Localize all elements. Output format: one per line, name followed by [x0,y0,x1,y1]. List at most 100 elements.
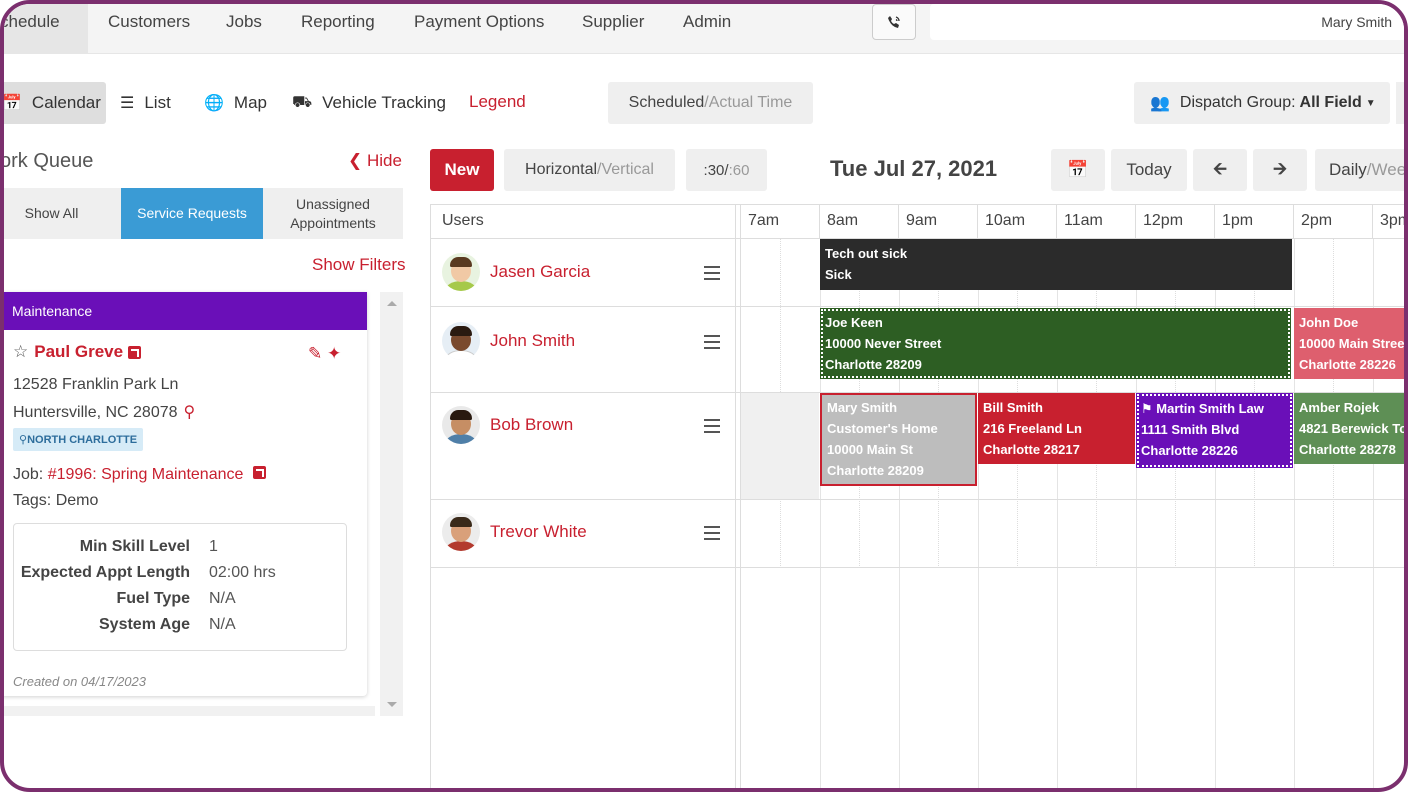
tab-admin[interactable]: Admin [683,12,731,32]
top-nav: chedule Customers Jobs Reporting Payment… [4,4,1404,54]
row-divider [430,306,1404,307]
list-view-button[interactable]: ☰ List [120,82,171,124]
tab-schedule[interactable]: chedule [4,4,88,54]
card-actions: ✎ ✦ [308,344,341,364]
job-link[interactable]: #1996: Spring Maintenance [48,466,244,483]
horizontal-vertical-toggle[interactable]: Horizontal/Vertical [504,149,675,191]
caret-down-icon: ▼ [1365,97,1376,109]
hour-header: 8am [820,204,899,239]
hamburger-menu-icon[interactable] [704,526,720,544]
row-divider [430,567,1404,568]
star-icon[interactable]: ☆ [13,342,28,362]
user-name[interactable]: Trevor White [490,522,587,542]
hamburger-menu-icon[interactable] [704,266,720,284]
users-column-header: Users [430,204,740,239]
toolbar-extra-button[interactable] [1396,82,1404,124]
appointment-tech-out-sick[interactable]: Tech out sick Sick [820,239,1292,290]
arrow-right-icon: 🡪 [1273,158,1287,178]
phone-icon [888,16,900,28]
hamburger-menu-icon[interactable] [704,419,720,437]
hour-header: 9am [899,204,978,239]
user-row-jasen-garcia[interactable]: Jasen Garcia [442,253,590,291]
current-date: Tue Jul 27, 2021 [830,156,998,181]
magic-wand-icon[interactable]: ✦ [327,344,341,363]
scheduler-grid [430,204,1404,788]
hide-work-queue-link[interactable]: ❮ Hide [348,151,402,171]
customer-link[interactable]: ☆ Paul Greve [13,342,142,362]
user-name: Mary Smith [1321,14,1392,30]
detail-row: Expected Appt Length 02:00 hrs [20,564,276,581]
tags-line: Tags: Demo [13,492,99,509]
daily-weekly-toggle[interactable]: Daily/Wee [1315,149,1404,191]
tab-service-requests[interactable]: Service Requests [121,188,263,239]
avatar [442,322,480,360]
work-queue-title: ork Queue [0,150,94,172]
globe-icon: 🌐 [204,95,224,112]
tab-supplier[interactable]: Supplier [582,12,644,32]
dispatch-group-dropdown[interactable]: 👥 Dispatch Group: All Field ▼ [1134,82,1390,124]
hamburger-menu-icon[interactable] [704,335,720,353]
card-category: Maintenance [4,292,367,330]
avatar [442,406,480,444]
tab-reporting[interactable]: Reporting [301,12,375,32]
user-bar[interactable]: Mary Smith [930,4,1404,40]
show-filters-link[interactable]: Show Filters [312,255,406,275]
flag-icon: ⚑ [1141,401,1153,416]
users-icon: 👥 [1150,95,1170,112]
appointment-amber-rojek[interactable]: Amber Rojek 4821 Berewick To Charlotte 2… [1294,393,1404,464]
truck-icon: ⛟ [292,94,313,111]
job-line: Job: #1996: Spring Maintenance [13,466,266,484]
hour-header: 3pm [1373,204,1404,239]
tab-unassigned-appointments[interactable]: Unassigned Appointments [263,188,403,239]
external-link-icon [252,466,266,479]
calendar-icon: 📅 [1067,160,1089,179]
appointment-bill-smith[interactable]: Bill Smith 216 Freeland Ln Charlotte 282… [978,393,1135,464]
map-pin-icon[interactable]: ⚲ [184,404,196,421]
card-list-bottom [4,706,375,716]
tab-customers[interactable]: Customers [108,12,190,32]
scroll-down-icon[interactable] [387,702,397,707]
today-button[interactable]: Today [1111,149,1187,191]
chevron-left-icon: ❮ [348,151,363,170]
calendar-view-button[interactable]: 📅 Calendar [2,82,106,124]
prev-day-button[interactable]: 🡨 [1193,149,1247,191]
date-picker-button[interactable]: 📅 [1051,149,1105,191]
user-row-trevor-white[interactable]: Trevor White [442,513,587,551]
row-divider [430,499,1404,500]
tab-jobs[interactable]: Jobs [226,12,262,32]
hour-header: 1pm [1215,204,1294,239]
legend-link[interactable]: Legend [469,92,526,112]
external-link-icon [128,345,142,359]
map-view-button[interactable]: 🌐 Map [204,82,267,124]
vehicle-tracking-button[interactable]: ⛟ Vehicle Tracking [292,82,446,124]
hour-header: 7am [741,204,820,239]
scheduled-actual-toggle[interactable]: Scheduled/Actual Time [608,82,813,124]
appointment-john-doe[interactable]: John Doe 10000 Main Stree Charlotte 2822… [1294,308,1404,379]
avatar [442,253,480,291]
list-icon: ☰ [120,95,135,112]
user-row-john-smith[interactable]: John Smith [442,322,575,360]
pin-icon: ⚲ [19,434,28,446]
work-queue-scrollbar[interactable] [380,292,403,716]
calendar-icon: 📅 [2,95,22,112]
edit-icon[interactable]: ✎ [308,344,322,363]
phone-button[interactable] [872,4,916,40]
time-slot-toggle[interactable]: :30/:60 [686,149,767,191]
detail-row: Min Skill Level 1 [79,538,218,555]
appointment-mary-smith[interactable]: Mary Smith Customer's Home 10000 Main St… [820,393,977,486]
tab-show-all[interactable]: Show All [4,188,103,239]
arrow-left-icon: 🡨 [1213,158,1227,178]
address-line-1: 12528 Franklin Park Ln [13,376,179,393]
appointment-martin-smith-law[interactable]: ⚑ Martin Smith Law 1111 Smith Blvd Charl… [1136,393,1293,468]
user-row-bob-brown[interactable]: Bob Brown [442,406,573,444]
scroll-up-icon[interactable] [387,301,397,306]
user-name[interactable]: John Smith [490,331,575,351]
next-day-button[interactable]: 🡪 [1253,149,1307,191]
tab-payment-options[interactable]: Payment Options [414,12,544,32]
user-name[interactable]: Bob Brown [490,415,573,435]
hour-header: 2pm [1294,204,1373,239]
service-request-card[interactable]: Maintenance ☆ Paul Greve ✎ ✦ 12528 Frank… [4,292,367,696]
appointment-joe-keen[interactable]: Joe Keen 10000 Never Street Charlotte 28… [820,308,1291,379]
new-button[interactable]: New [430,149,494,191]
user-name[interactable]: Jasen Garcia [490,262,590,282]
